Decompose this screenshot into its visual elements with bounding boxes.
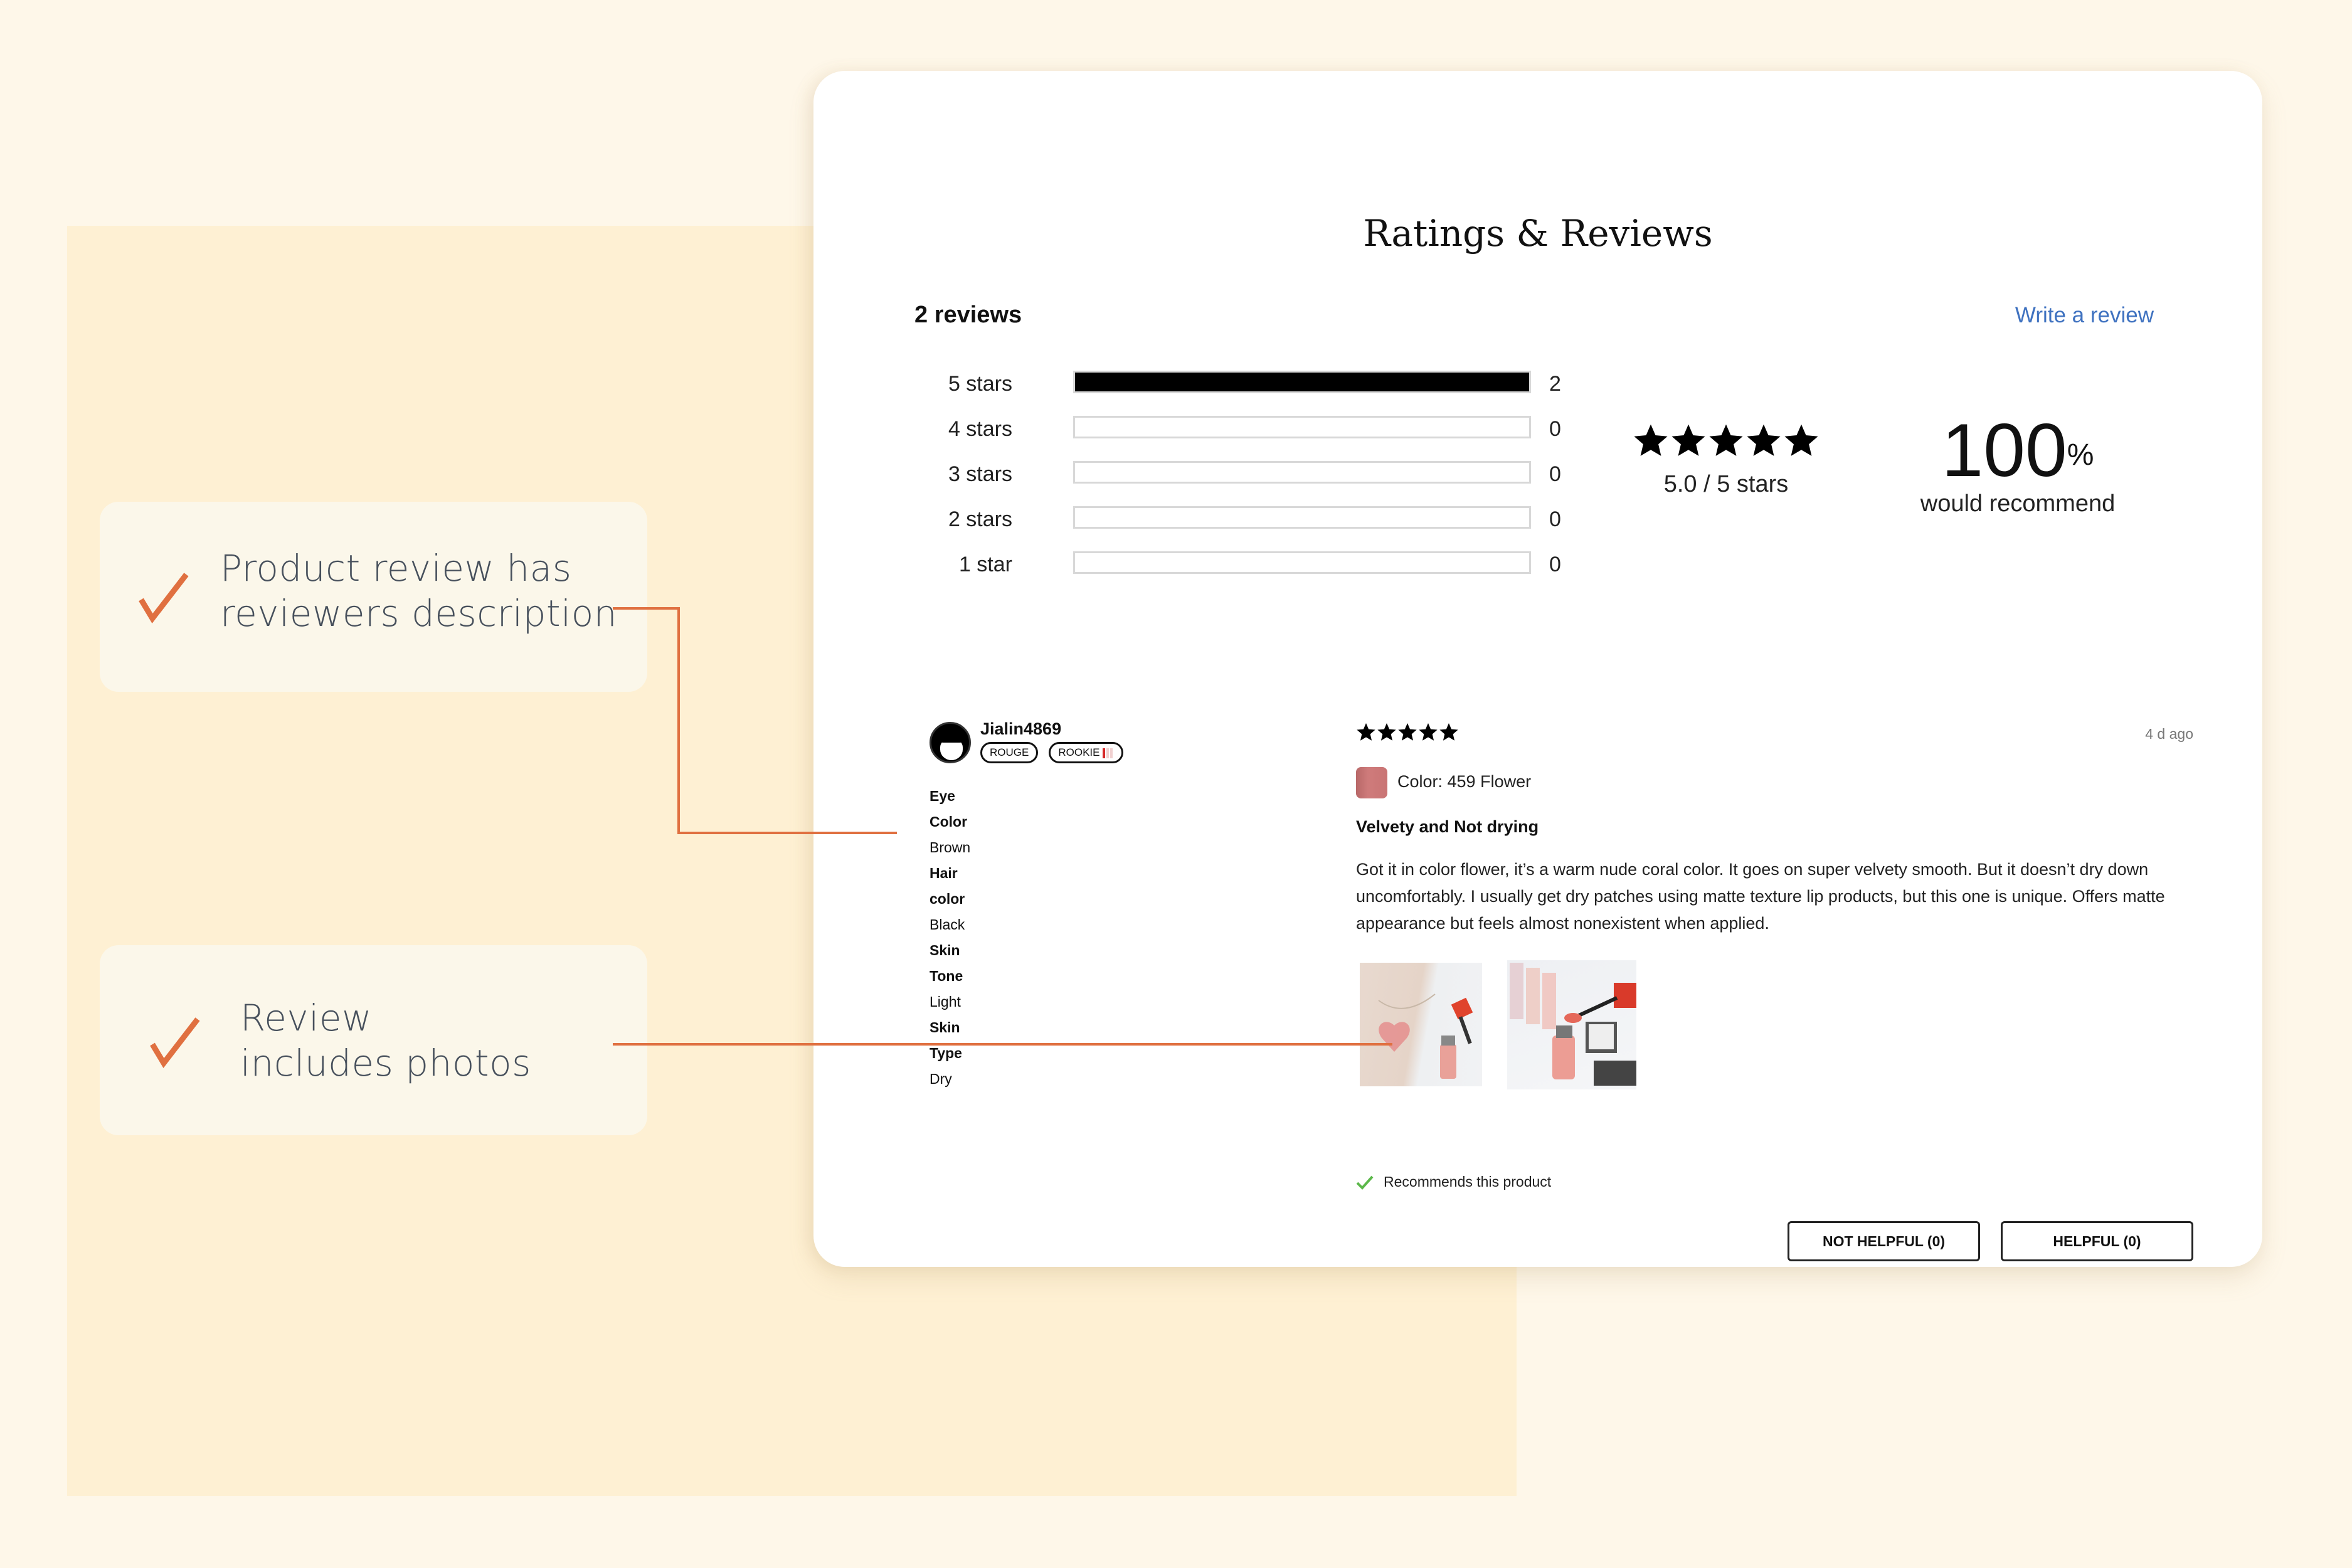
avatar-face-icon[interactable] bbox=[930, 722, 971, 763]
badge-label: ROUGE bbox=[990, 746, 1029, 758]
histogram-label: 3 stars bbox=[948, 462, 1012, 486]
checkmark-icon bbox=[139, 573, 189, 623]
histogram-count: 0 bbox=[1549, 553, 1561, 576]
histogram-fill bbox=[1075, 373, 1529, 391]
histogram-count: 0 bbox=[1549, 417, 1561, 441]
review-title: Velvety and Not drying bbox=[1356, 817, 1539, 836]
badge-rouge: ROUGE bbox=[980, 742, 1039, 763]
trait-label: Eye Color bbox=[930, 788, 968, 830]
star-icon bbox=[1439, 723, 1458, 741]
feedback-buttons: NOT HELPFUL (0) HELPFUL (0) bbox=[1788, 1221, 2193, 1261]
star-icon bbox=[1747, 424, 1781, 456]
histogram-count: 0 bbox=[1549, 507, 1561, 531]
star-icon bbox=[1419, 723, 1438, 741]
histogram-label: 2 stars bbox=[948, 507, 1012, 531]
write-review-link[interactable]: Write a review bbox=[2015, 303, 2154, 328]
callout-review-photos: Review includes photos bbox=[100, 945, 647, 1135]
recommend-summary: 100% would recommend bbox=[1892, 413, 2143, 517]
reviews-title: Ratings & Reviews bbox=[1363, 212, 1713, 255]
histogram-row[interactable]: 3 stars 0 bbox=[882, 456, 1561, 501]
reviewer-traits: Eye Color Brown Hair color Black Skin To… bbox=[930, 783, 970, 1092]
histogram-count: 0 bbox=[1549, 462, 1561, 486]
recommend-value: 100 bbox=[1941, 408, 2067, 492]
recommends-indicator: Recommends this product bbox=[1356, 1173, 1551, 1190]
histogram-bar bbox=[1073, 551, 1531, 574]
review-photo-thumbnail[interactable] bbox=[1360, 963, 1482, 1086]
not-helpful-button[interactable]: NOT HELPFUL (0) bbox=[1788, 1221, 1980, 1261]
recommend-unit: % bbox=[2067, 438, 2094, 472]
trait-row: Hair color Black bbox=[930, 861, 970, 938]
star-icon bbox=[1357, 723, 1375, 741]
trait-row: Eye Color Brown bbox=[930, 783, 970, 861]
callout-text: Product review has reviewers description bbox=[220, 546, 617, 636]
histogram-bar bbox=[1073, 461, 1531, 484]
trait-value: Black bbox=[930, 916, 965, 933]
trait-row: Skin Type Dry bbox=[930, 1015, 970, 1092]
star-icon bbox=[1671, 424, 1705, 456]
review-photos bbox=[1360, 960, 1636, 1089]
helpful-button[interactable]: HELPFUL (0) bbox=[2001, 1221, 2193, 1261]
checkmark-icon bbox=[1356, 1175, 1374, 1190]
histogram-count: 2 bbox=[1549, 372, 1561, 396]
badge-label: ROOKIE bbox=[1058, 746, 1100, 758]
color-label: Color: 459 Flower bbox=[1397, 772, 1532, 791]
trait-value: Light bbox=[930, 993, 961, 1010]
review-photo-thumbnail[interactable] bbox=[1507, 960, 1636, 1089]
trait-label: Hair color bbox=[930, 865, 965, 907]
histogram-label: 1 star bbox=[958, 553, 1012, 576]
reviewer-username[interactable]: Jialin4869 bbox=[980, 719, 1061, 739]
histogram-row[interactable]: 5 stars 2 bbox=[882, 366, 1561, 411]
color-swatch bbox=[1356, 767, 1387, 798]
trait-label: Skin Tone bbox=[930, 942, 963, 984]
star-icon bbox=[1784, 424, 1818, 456]
recommend-text: would recommend bbox=[1920, 490, 2116, 517]
callout-text: Review includes photos bbox=[240, 995, 531, 1086]
review-date: 4 d ago bbox=[2145, 726, 2193, 742]
histogram-label: 4 stars bbox=[948, 417, 1012, 441]
review-stars bbox=[1356, 722, 1459, 742]
star-icon bbox=[1709, 424, 1743, 456]
recommends-text: Recommends this product bbox=[1384, 1173, 1552, 1190]
callout-line: Product review has bbox=[220, 547, 572, 590]
histogram-row[interactable]: 4 stars 0 bbox=[882, 411, 1561, 456]
badge-rookie: ROOKIE bbox=[1049, 742, 1124, 763]
star-icon bbox=[1377, 723, 1396, 741]
average-stars bbox=[1616, 422, 1836, 458]
trait-row: Skin Tone Light bbox=[930, 938, 970, 1015]
reviews-card: Ratings & Reviews 2 reviews Write a revi… bbox=[813, 71, 2262, 1267]
checkmark-icon bbox=[150, 1017, 200, 1068]
trait-label: Skin Type bbox=[930, 1019, 962, 1061]
meter-tick bbox=[1110, 748, 1113, 758]
star-icon bbox=[1634, 424, 1668, 456]
meter-tick bbox=[1106, 748, 1110, 758]
callout-line: includes photos bbox=[240, 1042, 531, 1084]
meter-tick bbox=[1103, 748, 1106, 758]
callout-line: reviewers description bbox=[220, 592, 617, 635]
callout-line: Review bbox=[240, 997, 372, 1039]
histogram-row[interactable]: 1 star 0 bbox=[882, 546, 1561, 591]
callout-reviewer-description: Product review has reviewers description bbox=[100, 502, 647, 692]
star-icon bbox=[1398, 723, 1417, 741]
recommend-percent: 100% bbox=[1892, 413, 2143, 488]
review-body: Got it in color flower, it’s a warm nude… bbox=[1356, 860, 2165, 933]
histogram-bar bbox=[1073, 416, 1531, 438]
histogram-row[interactable]: 2 stars 0 bbox=[882, 501, 1561, 546]
trait-value: Brown bbox=[930, 839, 971, 856]
average-rating: 5.0 / 5 stars bbox=[1616, 422, 1836, 498]
rating-histogram: 5 stars 2 4 stars 0 3 stars 0 2 stars 0 … bbox=[882, 366, 1561, 591]
review-count: 2 reviews bbox=[914, 302, 1022, 328]
average-rating-text: 5.0 / 5 stars bbox=[1663, 471, 1789, 497]
histogram-bar bbox=[1073, 371, 1531, 393]
badge-level-meter bbox=[1103, 745, 1114, 760]
reviewer-badges: ROUGE ROOKIE bbox=[980, 742, 1124, 763]
trait-value: Dry bbox=[930, 1071, 952, 1087]
histogram-bar bbox=[1073, 506, 1531, 529]
histogram-label: 5 stars bbox=[948, 372, 1012, 396]
